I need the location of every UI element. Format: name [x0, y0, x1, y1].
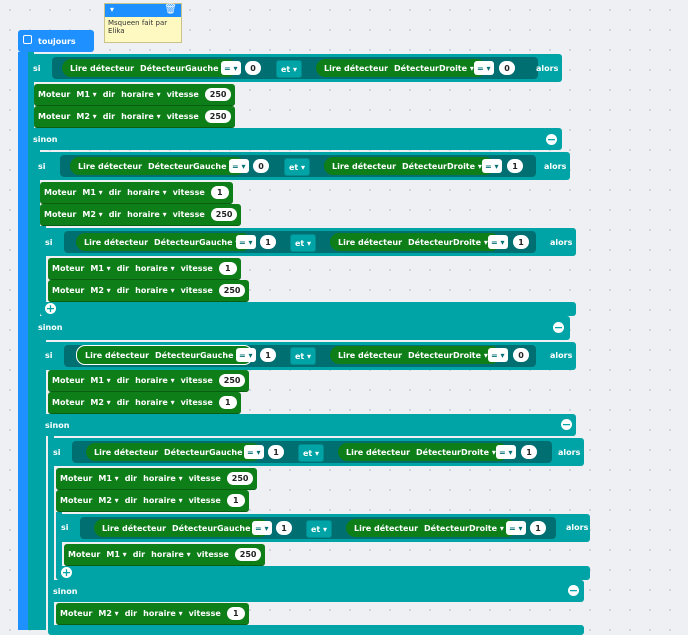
equals-dropdown-5a[interactable]: = ▾ [244, 445, 264, 459]
equals-dropdown-1b[interactable]: = ▾ [474, 61, 494, 75]
read-sensor-right-2[interactable]: Lire détecteur DétecteurDroite [324, 157, 494, 175]
then-label-2: alors [544, 162, 567, 171]
read-sensor-right-5[interactable]: Lire détecteur DétecteurDroite [338, 443, 508, 461]
comment-text[interactable]: Msqueen fait par Elika [105, 17, 181, 37]
read-sensor-left-3[interactable]: Lire détecteur DétecteurGauche [76, 233, 252, 251]
and-dropdown-6[interactable]: et ▾ [306, 520, 333, 538]
if-label-4: si [45, 351, 53, 360]
equals-dropdown-4b[interactable]: = ▾ [488, 348, 508, 362]
equals-dropdown-1a[interactable]: = ▾ [221, 61, 241, 75]
forever-label: toujours [38, 37, 76, 46]
if-label-1: si [33, 64, 41, 73]
else-label-1: sinon [33, 135, 58, 144]
read-sensor-left-1[interactable]: Lire détecteur DétecteurGauche [62, 59, 238, 77]
read-sensor-left-6[interactable]: Lire détecteur DétecteurGauche [94, 519, 270, 537]
and-dropdown-2[interactable]: et ▾ [284, 158, 311, 176]
motor-block[interactable]: MoteurM1dirhorairevitesse250 [48, 370, 250, 392]
chevron-down-icon[interactable]: ▾ [110, 5, 114, 14]
else-row-2 [34, 316, 570, 340]
value-pill-3a[interactable]: 1 [260, 235, 276, 249]
then-label-4: alors [550, 351, 573, 360]
read-sensor-right-4[interactable]: Lire détecteur DétecteurDroite [330, 346, 500, 364]
motor-block[interactable]: MoteurM2dirhorairevitesse250 [34, 106, 236, 128]
then-label-3: alors [550, 238, 573, 247]
read-sensor-right-3[interactable]: Lire détecteur DétecteurDroite [330, 233, 500, 251]
remove-else-icon[interactable]: − [568, 585, 579, 596]
remove-else-icon[interactable]: − [546, 134, 557, 145]
comment-toolbar: ▾ 🗑 [105, 4, 181, 17]
add-else-icon[interactable]: + [61, 567, 72, 578]
equals-dropdown-3b[interactable]: = ▾ [488, 235, 508, 249]
and-dropdown-4[interactable]: et ▾ [290, 347, 317, 365]
trash-icon[interactable]: 🗑 [164, 4, 177, 15]
value-pill-5b[interactable]: 1 [521, 445, 537, 459]
value-pill-2b[interactable]: 1 [507, 159, 523, 173]
read-sensor-left-5[interactable]: Lire détecteur DétecteurGauche [86, 443, 262, 461]
equals-dropdown-5b[interactable]: = ▾ [496, 445, 516, 459]
else-label-4: sinon [53, 587, 78, 596]
and-dropdown-3[interactable]: et ▾ [290, 234, 317, 252]
comment-block[interactable]: ▾ 🗑 Msqueen fait par Elika [104, 3, 182, 43]
if-label-6: si [61, 523, 69, 532]
then-label-5: alors [558, 448, 581, 457]
remove-else-icon[interactable]: − [561, 419, 572, 430]
motor-block[interactable]: MoteurM1dirhorairevitesse1 [48, 258, 241, 280]
value-pill-1a[interactable]: 0 [245, 61, 261, 75]
remove-else-icon[interactable]: − [553, 322, 564, 333]
if-block-6-footer [56, 566, 590, 580]
if-block-5-footer [48, 625, 584, 635]
forever-block[interactable]: toujours [18, 30, 94, 52]
read-sensor-right-6[interactable]: Lire détecteur DétecteurDroite [346, 519, 516, 537]
equals-dropdown-6b[interactable]: = ▾ [506, 521, 526, 535]
value-pill-6b[interactable]: 1 [530, 521, 546, 535]
equals-dropdown-4a[interactable]: = ▾ [236, 348, 256, 362]
motor-block[interactable]: MoteurM1dirhorairevitesse250 [56, 468, 258, 490]
motor-block[interactable]: MoteurM1dirhorairevitesse250 [34, 84, 236, 106]
forever-icon [23, 35, 32, 44]
forever-arm [18, 52, 28, 630]
value-pill-4b[interactable]: 0 [513, 348, 529, 362]
else-row-1 [28, 128, 562, 150]
motor-block[interactable]: MoteurM2dirhorairevitesse250 [48, 280, 250, 302]
then-label-6: alors [566, 523, 589, 532]
if-label-5: si [53, 448, 61, 457]
if-label-2: si [38, 162, 46, 171]
equals-dropdown-6a[interactable]: = ▾ [252, 521, 272, 535]
if-block-3-footer [40, 302, 576, 316]
and-dropdown-5[interactable]: et ▾ [298, 444, 325, 462]
and-dropdown-1[interactable]: et ▾ [276, 60, 303, 78]
if-block-4-arm [40, 340, 46, 630]
value-pill-2a[interactable]: 0 [253, 159, 269, 173]
then-label-1: alors [536, 64, 559, 73]
equals-dropdown-3a[interactable]: = ▾ [236, 235, 256, 249]
value-pill-6a[interactable]: 1 [276, 521, 292, 535]
value-pill-4a[interactable]: 1 [260, 348, 276, 362]
read-sensor-right-1[interactable]: Lire détecteur DétecteurDroite [316, 59, 486, 77]
motor-block[interactable]: MoteurM2dirhorairevitesse1 [48, 392, 241, 414]
value-pill-3b[interactable]: 1 [513, 235, 529, 249]
equals-dropdown-2a[interactable]: = ▾ [229, 159, 249, 173]
read-sensor-left-4[interactable]: Lire détecteur DétecteurGauche [76, 345, 254, 365]
motor-block[interactable]: MoteurM2dirhorairevitesse1 [56, 603, 249, 625]
value-pill-1b[interactable]: 0 [499, 61, 515, 75]
value-pill-5a[interactable]: 1 [268, 445, 284, 459]
motor-block[interactable]: MoteurM2dirhorairevitesse250 [40, 204, 242, 226]
if-label-3: si [45, 238, 53, 247]
else-label-3: sinon [45, 421, 70, 430]
equals-dropdown-2b[interactable]: = ▾ [482, 159, 502, 173]
else-label-2: sinon [38, 323, 63, 332]
add-else-icon[interactable]: + [45, 303, 56, 314]
motor-block[interactable]: MoteurM2dirhorairevitesse1 [56, 490, 249, 512]
motor-block[interactable]: MoteurM1dirhorairevitesse250 [64, 544, 266, 566]
motor-block[interactable]: MoteurM1dirhorairevitesse1 [40, 182, 233, 204]
else-row-4 [48, 580, 584, 602]
read-sensor-left-2[interactable]: Lire détecteur DétecteurGauche [70, 157, 246, 175]
else-row-3 [40, 414, 576, 436]
